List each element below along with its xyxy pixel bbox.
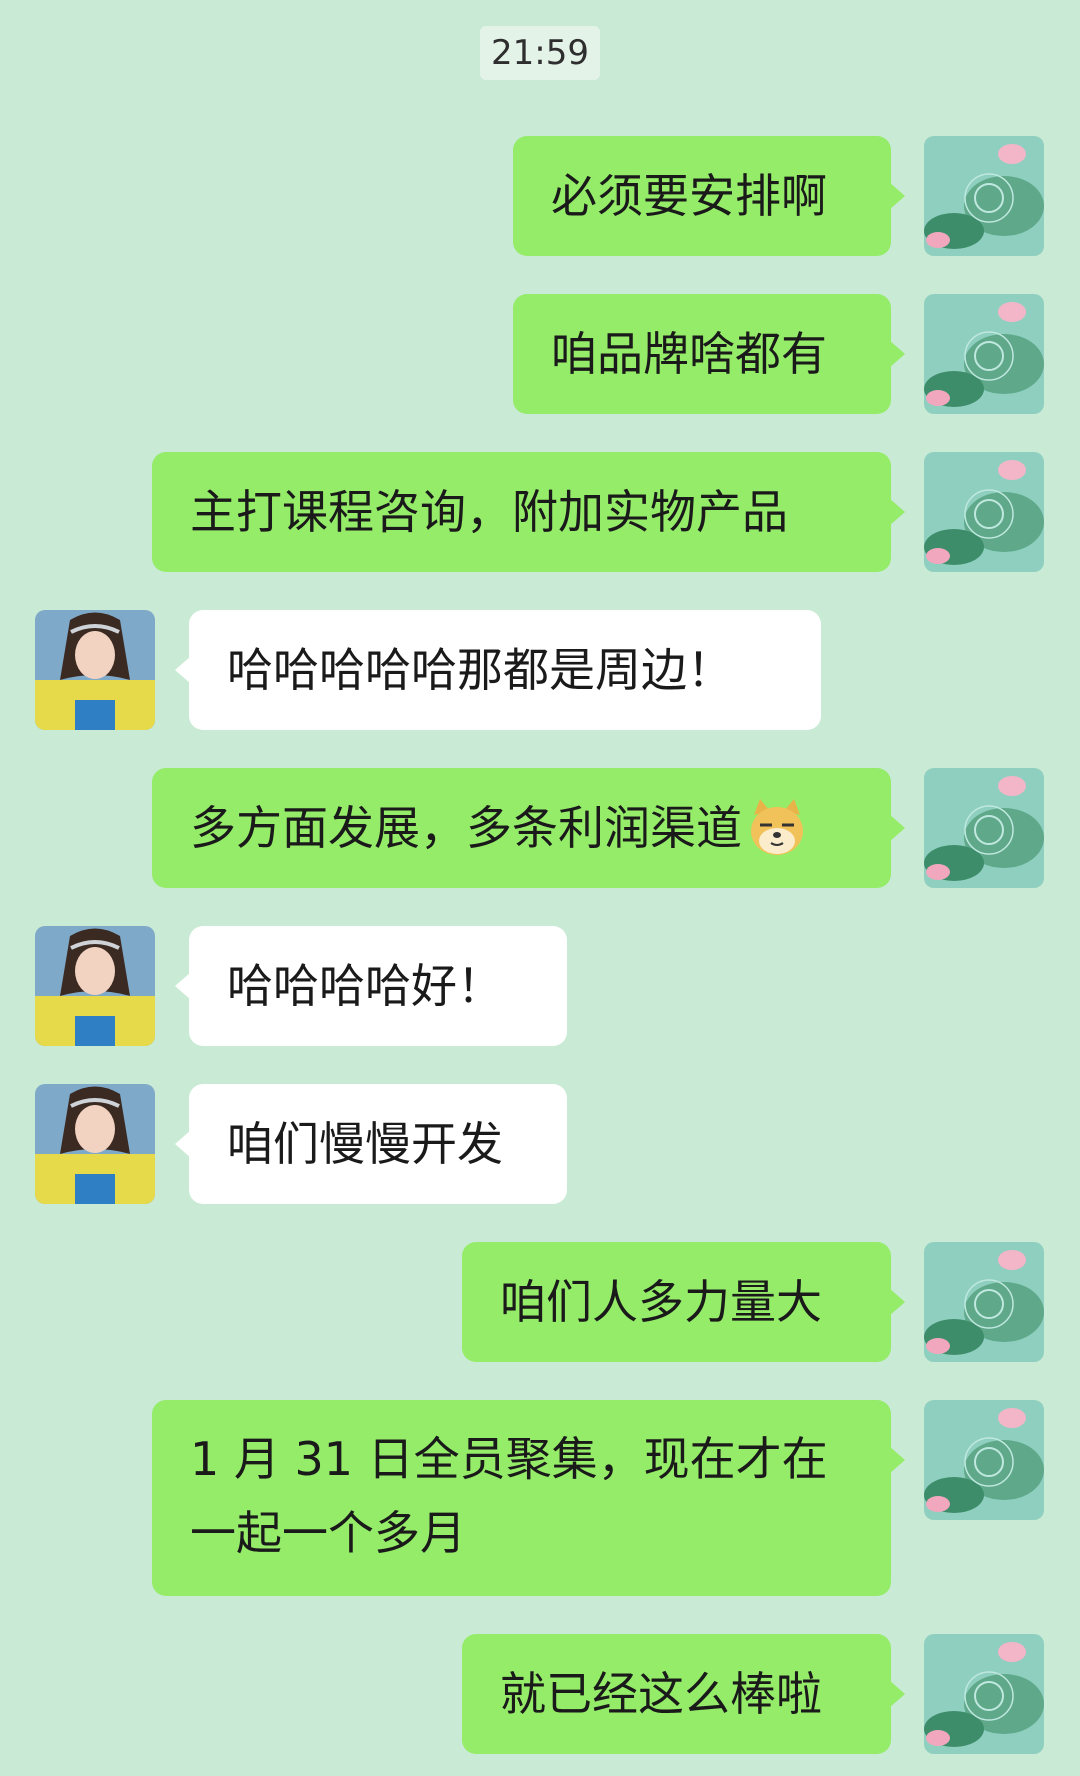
my-avatar[interactable]: [924, 1634, 1044, 1754]
message-row: 咱们慢慢开发: [0, 1084, 1080, 1204]
lotus-pond-icon: [924, 136, 1044, 256]
doge-emoji-icon: [751, 798, 803, 855]
message-row: 必须要安排啊: [0, 136, 1080, 256]
girl-portrait-icon: [35, 1084, 155, 1204]
message-bubble-sent[interactable]: 就已经这么棒啦: [462, 1634, 905, 1754]
message-row: 主打课程咨询，附加实物产品: [0, 452, 1080, 572]
message-row: 咱品牌啥都有: [0, 294, 1080, 414]
lotus-pond-icon: [924, 768, 1044, 888]
my-avatar[interactable]: [924, 1400, 1044, 1520]
their-avatar[interactable]: [35, 610, 155, 730]
girl-portrait-icon: [35, 926, 155, 1046]
lotus-pond-icon: [924, 1242, 1044, 1362]
my-avatar[interactable]: [924, 452, 1044, 572]
my-avatar[interactable]: [924, 1242, 1044, 1362]
chat-timestamp: 21:59: [480, 26, 600, 80]
message-bubble-sent[interactable]: 咱品牌啥都有: [513, 294, 905, 414]
message-row: 哈哈哈哈好！: [0, 926, 1080, 1046]
their-avatar[interactable]: [35, 926, 155, 1046]
message-bubble-sent[interactable]: 咱们人多力量大: [462, 1242, 905, 1362]
message-bubble-received[interactable]: 咱们慢慢开发: [175, 1084, 567, 1204]
message-bubble-received[interactable]: 哈哈哈哈好！: [175, 926, 567, 1046]
their-avatar[interactable]: [35, 1084, 155, 1204]
message-bubble-sent[interactable]: 主打课程咨询，附加实物产品: [152, 452, 905, 572]
message-row: 多方面发展，多条利润渠道: [0, 768, 1080, 888]
message-bubble-received[interactable]: 哈哈哈哈哈那都是周边！: [175, 610, 821, 730]
lotus-pond-icon: [924, 1400, 1044, 1520]
message-bubble-sent[interactable]: 多方面发展，多条利润渠道: [152, 768, 905, 888]
message-row: 哈哈哈哈哈那都是周边！: [0, 610, 1080, 730]
my-avatar[interactable]: [924, 136, 1044, 256]
lotus-pond-icon: [924, 1634, 1044, 1754]
message-row: 1 月 31 日全员聚集，现在才在一起一个多月: [0, 1400, 1080, 1596]
my-avatar[interactable]: [924, 294, 1044, 414]
message-bubble-sent[interactable]: 1 月 31 日全员聚集，现在才在一起一个多月: [152, 1400, 905, 1596]
message-row: 咱们人多力量大: [0, 1242, 1080, 1362]
message-row: 就已经这么棒啦: [0, 1634, 1080, 1754]
lotus-pond-icon: [924, 294, 1044, 414]
lotus-pond-icon: [924, 452, 1044, 572]
message-text: 多方面发展，多条利润渠道: [190, 801, 742, 855]
girl-portrait-icon: [35, 610, 155, 730]
message-bubble-sent[interactable]: 必须要安排啊: [513, 136, 905, 256]
my-avatar[interactable]: [924, 768, 1044, 888]
